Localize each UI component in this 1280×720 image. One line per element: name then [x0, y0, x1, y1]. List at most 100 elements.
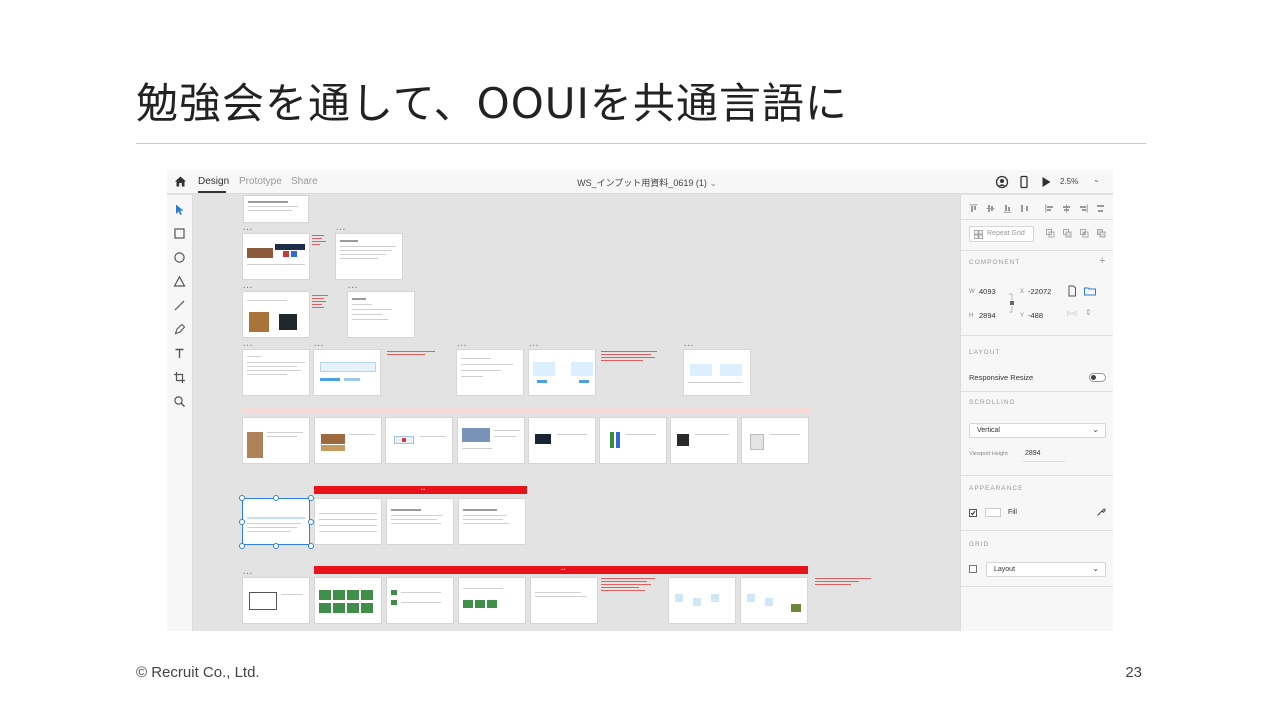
- slide-title: 勉強会を通して、OOUIを共通言語に: [136, 79, 848, 128]
- flip-vertical-icon[interactable]: ⇕: [1085, 308, 1092, 317]
- zoom-tool-icon[interactable]: [173, 395, 186, 408]
- artboard[interactable]: [599, 417, 667, 464]
- select-tool-icon[interactable]: [173, 203, 186, 216]
- scrolling-dropdown[interactable]: Vertical ⌄: [969, 423, 1106, 438]
- folder-icon[interactable]: [1083, 285, 1097, 297]
- artboard[interactable]: [386, 577, 454, 624]
- align-center-icon[interactable]: [1062, 204, 1071, 213]
- add-component-icon[interactable]: +: [1099, 255, 1105, 267]
- align-bottom-icon[interactable]: [1003, 204, 1012, 213]
- repeat-grid-icon: [974, 230, 983, 239]
- grid-header: GRID: [969, 541, 990, 548]
- home-icon[interactable]: [174, 175, 187, 188]
- artboard[interactable]: [243, 195, 309, 223]
- section-banner: ••: [314, 566, 808, 574]
- selection-handles: [239, 495, 314, 549]
- responsive-resize-toggle[interactable]: [1089, 373, 1106, 382]
- fill-checkbox[interactable]: [969, 509, 977, 517]
- ellipse-tool-icon[interactable]: [173, 251, 186, 264]
- footer-copyright: © Recruit Co., Ltd.: [136, 664, 260, 681]
- repeat-grid-button[interactable]: Repeat Grid: [969, 226, 1034, 242]
- fill-color-swatch[interactable]: [985, 508, 1001, 517]
- page-number: 23: [1125, 664, 1142, 681]
- distribute-horizontal-icon[interactable]: [1096, 204, 1105, 213]
- artboard[interactable]: [457, 417, 525, 464]
- xd-window: Design Prototype Share WS_インプット用資料_0619 …: [167, 170, 1113, 631]
- artboard[interactable]: [242, 233, 310, 280]
- document-icon[interactable]: [1066, 285, 1078, 297]
- device-preview-icon[interactable]: [1017, 175, 1031, 189]
- lock-aspect-icon[interactable]: [1008, 293, 1016, 313]
- artboard[interactable]: [385, 417, 453, 464]
- responsive-resize-label: Responsive Resize: [969, 373, 1034, 382]
- play-icon[interactable]: [1039, 175, 1053, 189]
- artboard[interactable]: [242, 291, 310, 338]
- artboard[interactable]: [670, 417, 738, 464]
- artboard[interactable]: [242, 417, 310, 464]
- y-position-field[interactable]: -488: [1028, 311, 1043, 320]
- align-right-icon[interactable]: [1079, 204, 1088, 213]
- tools-toolbar: [167, 195, 193, 631]
- artboard[interactable]: [528, 349, 596, 396]
- tab-prototype[interactable]: Prototype: [239, 176, 282, 187]
- boolean-intersect-icon[interactable]: [1080, 229, 1089, 238]
- artboard[interactable]: [314, 498, 382, 545]
- grid-checkbox[interactable]: [969, 565, 977, 573]
- artboard[interactable]: [242, 577, 310, 624]
- artboard[interactable]: [335, 233, 403, 280]
- x-position-field[interactable]: -22072: [1028, 287, 1051, 296]
- boolean-add-icon[interactable]: [1046, 229, 1055, 238]
- xd-topbar: Design Prototype Share WS_インプット用資料_0619 …: [167, 170, 1113, 194]
- text-tool-icon[interactable]: [173, 347, 186, 360]
- flip-horizontal-icon[interactable]: ▷◁: [1067, 310, 1076, 317]
- artboard[interactable]: [314, 577, 382, 624]
- artboard[interactable]: [386, 498, 454, 545]
- viewport-height-field[interactable]: 2894: [1025, 450, 1041, 457]
- document-title-dropdown[interactable]: WS_インプット用資料_0619 (1) ⌄: [547, 176, 747, 189]
- align-top-icon[interactable]: [969, 204, 978, 213]
- rectangle-tool-icon[interactable]: [173, 227, 186, 240]
- boolean-subtract-icon[interactable]: [1063, 229, 1072, 238]
- width-field[interactable]: 4093: [979, 287, 996, 296]
- artboard[interactable]: [456, 349, 524, 396]
- title-divider: [136, 143, 1146, 144]
- artboard[interactable]: [458, 498, 526, 545]
- artboard[interactable]: [683, 349, 751, 396]
- document-title: WS_インプット用資料_0619 (1): [577, 178, 707, 188]
- align-left-icon[interactable]: [1045, 204, 1054, 213]
- boolean-exclude-icon[interactable]: [1097, 229, 1106, 238]
- artboard[interactable]: [668, 577, 736, 624]
- artboard[interactable]: [242, 349, 310, 396]
- fill-label: Fill: [1008, 509, 1017, 516]
- artboard[interactable]: [740, 577, 808, 624]
- zoom-chevron-icon[interactable]: ⌄: [1093, 175, 1100, 184]
- artboard[interactable]: [313, 349, 381, 396]
- artboard[interactable]: [458, 577, 526, 624]
- distribute-vertical-icon[interactable]: [1020, 204, 1029, 213]
- section-banner: ••: [314, 486, 527, 494]
- polygon-tool-icon[interactable]: [173, 275, 186, 288]
- checkmark-icon: [970, 510, 976, 516]
- height-field[interactable]: 2894: [979, 311, 996, 320]
- property-inspector: Repeat Grid COMPONENT + W 4093 H 2894 X …: [960, 195, 1113, 631]
- align-middle-icon[interactable]: [986, 204, 995, 213]
- user-icon[interactable]: [995, 175, 1009, 189]
- tab-share[interactable]: Share: [291, 176, 318, 187]
- active-tab-indicator: [198, 191, 226, 193]
- artboard[interactable]: [347, 291, 415, 338]
- chevron-down-icon: ⌄: [1092, 564, 1099, 573]
- design-canvas[interactable]: ••• ••• ••• ••• ••• ••• ••• ••• ••• •• •…: [193, 195, 960, 631]
- section-band: [242, 408, 811, 414]
- eyedropper-icon[interactable]: [1096, 507, 1106, 517]
- grid-type-dropdown[interactable]: Layout ⌄: [986, 562, 1106, 577]
- zoom-level[interactable]: 2.5%: [1060, 177, 1078, 186]
- tab-design[interactable]: Design: [198, 176, 229, 187]
- artboard[interactable]: [741, 417, 809, 464]
- artboard[interactable]: [314, 417, 382, 464]
- layout-header: LAYOUT: [969, 349, 1001, 356]
- artboard[interactable]: [530, 577, 598, 624]
- line-tool-icon[interactable]: [173, 299, 186, 312]
- pen-tool-icon[interactable]: [173, 323, 186, 336]
- artboard-tool-icon[interactable]: [173, 371, 186, 384]
- artboard[interactable]: [528, 417, 596, 464]
